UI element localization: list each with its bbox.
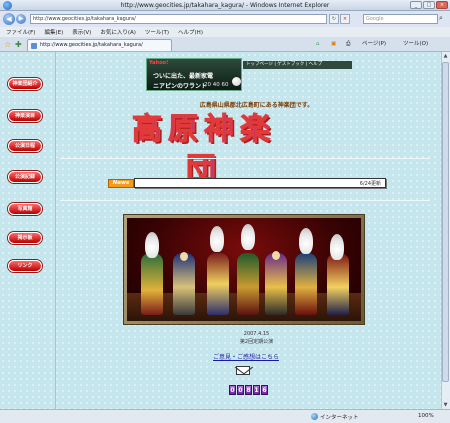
dancer-figure (141, 253, 163, 315)
nav-button-bbs[interactable]: 掲示板 (8, 232, 42, 244)
ad-banner[interactable]: Yahoo! ついに出た、最新家電 ニアピンのワラント 20 40 60 (146, 58, 242, 91)
kagura-photo-frame (123, 214, 365, 325)
menu-view[interactable]: 表示(V) (72, 28, 91, 36)
ad-subline: ニアピンのワラント (153, 83, 208, 90)
nav-button-repertoire[interactable]: 神楽演目 (8, 110, 42, 122)
back-button[interactable]: ◀ (3, 13, 15, 25)
host-links-bar[interactable]: トップページ | ゲストブック | ヘルプ (243, 61, 352, 69)
search-icon[interactable]: ⌕ (439, 14, 449, 24)
dancer-figure (207, 253, 229, 315)
photo-caption-date: 2007.4.15 (243, 331, 270, 337)
search-input[interactable]: Google (363, 14, 438, 24)
counter-digit: 0 (229, 385, 236, 395)
dancer-figure (327, 253, 349, 315)
dancer-hair (299, 228, 313, 254)
url-input[interactable]: http://www.geocities.jp/takahara_kagura/ (30, 14, 327, 24)
add-favorite-icon[interactable]: ✚ (15, 40, 22, 49)
counter-digit: 1 (253, 385, 260, 395)
forward-button[interactable]: ▶ (16, 14, 26, 24)
scroll-thumb[interactable] (442, 62, 449, 382)
counter-digit: 0 (237, 385, 244, 395)
zoom-level[interactable]: 100% (418, 413, 434, 419)
window-controls: _ □ × (410, 1, 448, 9)
counter-digit: 6 (261, 385, 268, 395)
dancer-face (180, 252, 188, 261)
minimize-button[interactable]: _ (410, 1, 422, 9)
security-zone: インターネット (320, 415, 359, 421)
dancer-hair (330, 234, 344, 260)
ad-logo: Yahoo! (149, 60, 169, 66)
dancer-figure (237, 253, 259, 315)
nav-button-intro[interactable]: 神楽団紹介 (8, 78, 42, 90)
contact-link[interactable]: ご意見・ご感想はこちら (213, 352, 279, 361)
internet-zone-icon (311, 413, 318, 420)
home-icon[interactable]: ⌂ (316, 40, 320, 49)
dancer-hair (210, 226, 224, 252)
favorites-star-icon[interactable]: ☆ (4, 40, 11, 49)
ad-headline: ついに出た、最新家電 (153, 73, 214, 80)
nav-button-records[interactable]: 公演記録 (8, 171, 42, 183)
window-titlebar: http://www.geocities.jp/takahara_kagura/… (0, 0, 450, 11)
menu-help[interactable]: ヘルプ(H) (178, 28, 203, 36)
dancer-hair (241, 224, 255, 250)
mail-icon[interactable] (236, 366, 250, 375)
page-icon (31, 43, 37, 49)
tab-label: http://www.geocities.jp/takahara_kagura/ (40, 42, 143, 48)
news-ticker: 6/24更新 (134, 178, 386, 188)
access-counter: 0 0 8 1 6 (229, 385, 268, 395)
menu-file[interactable]: ファイル(F) (6, 28, 35, 36)
page-menu[interactable]: ページ(P) (362, 40, 386, 49)
address-bar: ◀ ▶ http://www.geocities.jp/takahara_kag… (0, 11, 450, 27)
tab-bar: ☆ ✚ http://www.geocities.jp/takahara_kag… (0, 37, 450, 52)
dancer-figure (265, 253, 287, 315)
menu-bar: ファイル(F) 編集(E) 表示(V) お気に入り(A) ツール(T) ヘルプ(… (0, 27, 450, 37)
vertical-scrollbar[interactable]: ▲ ▼ (441, 52, 450, 409)
web-page: 神楽団紹介 神楽演目 公演日程 公演記録 写真館 掲示板 リンク Yahoo! … (0, 52, 450, 409)
stop-button[interactable]: × (340, 14, 350, 24)
nav-button-links[interactable]: リンク (8, 260, 42, 272)
divider-top (60, 158, 430, 159)
dancer-figure (295, 253, 317, 315)
nav-button-schedule[interactable]: 公演日程 (8, 140, 42, 152)
window-title: http://www.geocities.jp/takahara_kagura/… (120, 2, 330, 9)
kagura-photo (127, 218, 361, 321)
dancer-figure (173, 253, 195, 315)
ad-numbers: 20 40 60 (204, 82, 229, 88)
site-title: 高原神楽団 (132, 112, 276, 188)
site-tagline: 広島県山県郡北広島町にある神楽団です。 (199, 102, 314, 109)
menu-edit[interactable]: 編集(E) (44, 28, 63, 36)
feeds-icon[interactable]: ▣ (331, 40, 336, 49)
close-button[interactable]: × (436, 1, 448, 9)
scroll-down-icon[interactable]: ▼ (442, 401, 449, 409)
scroll-up-icon[interactable]: ▲ (442, 52, 449, 60)
print-icon[interactable]: ⎙ (346, 40, 350, 49)
menu-tools[interactable]: ツール(T) (145, 28, 169, 36)
photo-caption-title: 第2回定期公演 (239, 339, 274, 345)
nav-button-photos[interactable]: 写真館 (8, 203, 42, 215)
dancer-hair (145, 232, 159, 258)
dancer-face (272, 251, 280, 260)
tab-current[interactable]: http://www.geocities.jp/takahara_kagura/ (27, 39, 172, 51)
golf-ball-icon (232, 77, 241, 86)
status-bar: インターネット 100% (0, 409, 450, 423)
news-badge: News (108, 179, 134, 188)
news-text: 6/24更新 (359, 181, 381, 187)
tools-menu[interactable]: ツール(O) (403, 40, 428, 49)
counter-digit: 8 (245, 385, 252, 395)
menu-favorites[interactable]: お気に入り(A) (100, 28, 136, 36)
maximize-button[interactable]: □ (423, 1, 435, 9)
divider-middle (60, 200, 430, 201)
refresh-button[interactable]: ↻ (329, 14, 339, 24)
